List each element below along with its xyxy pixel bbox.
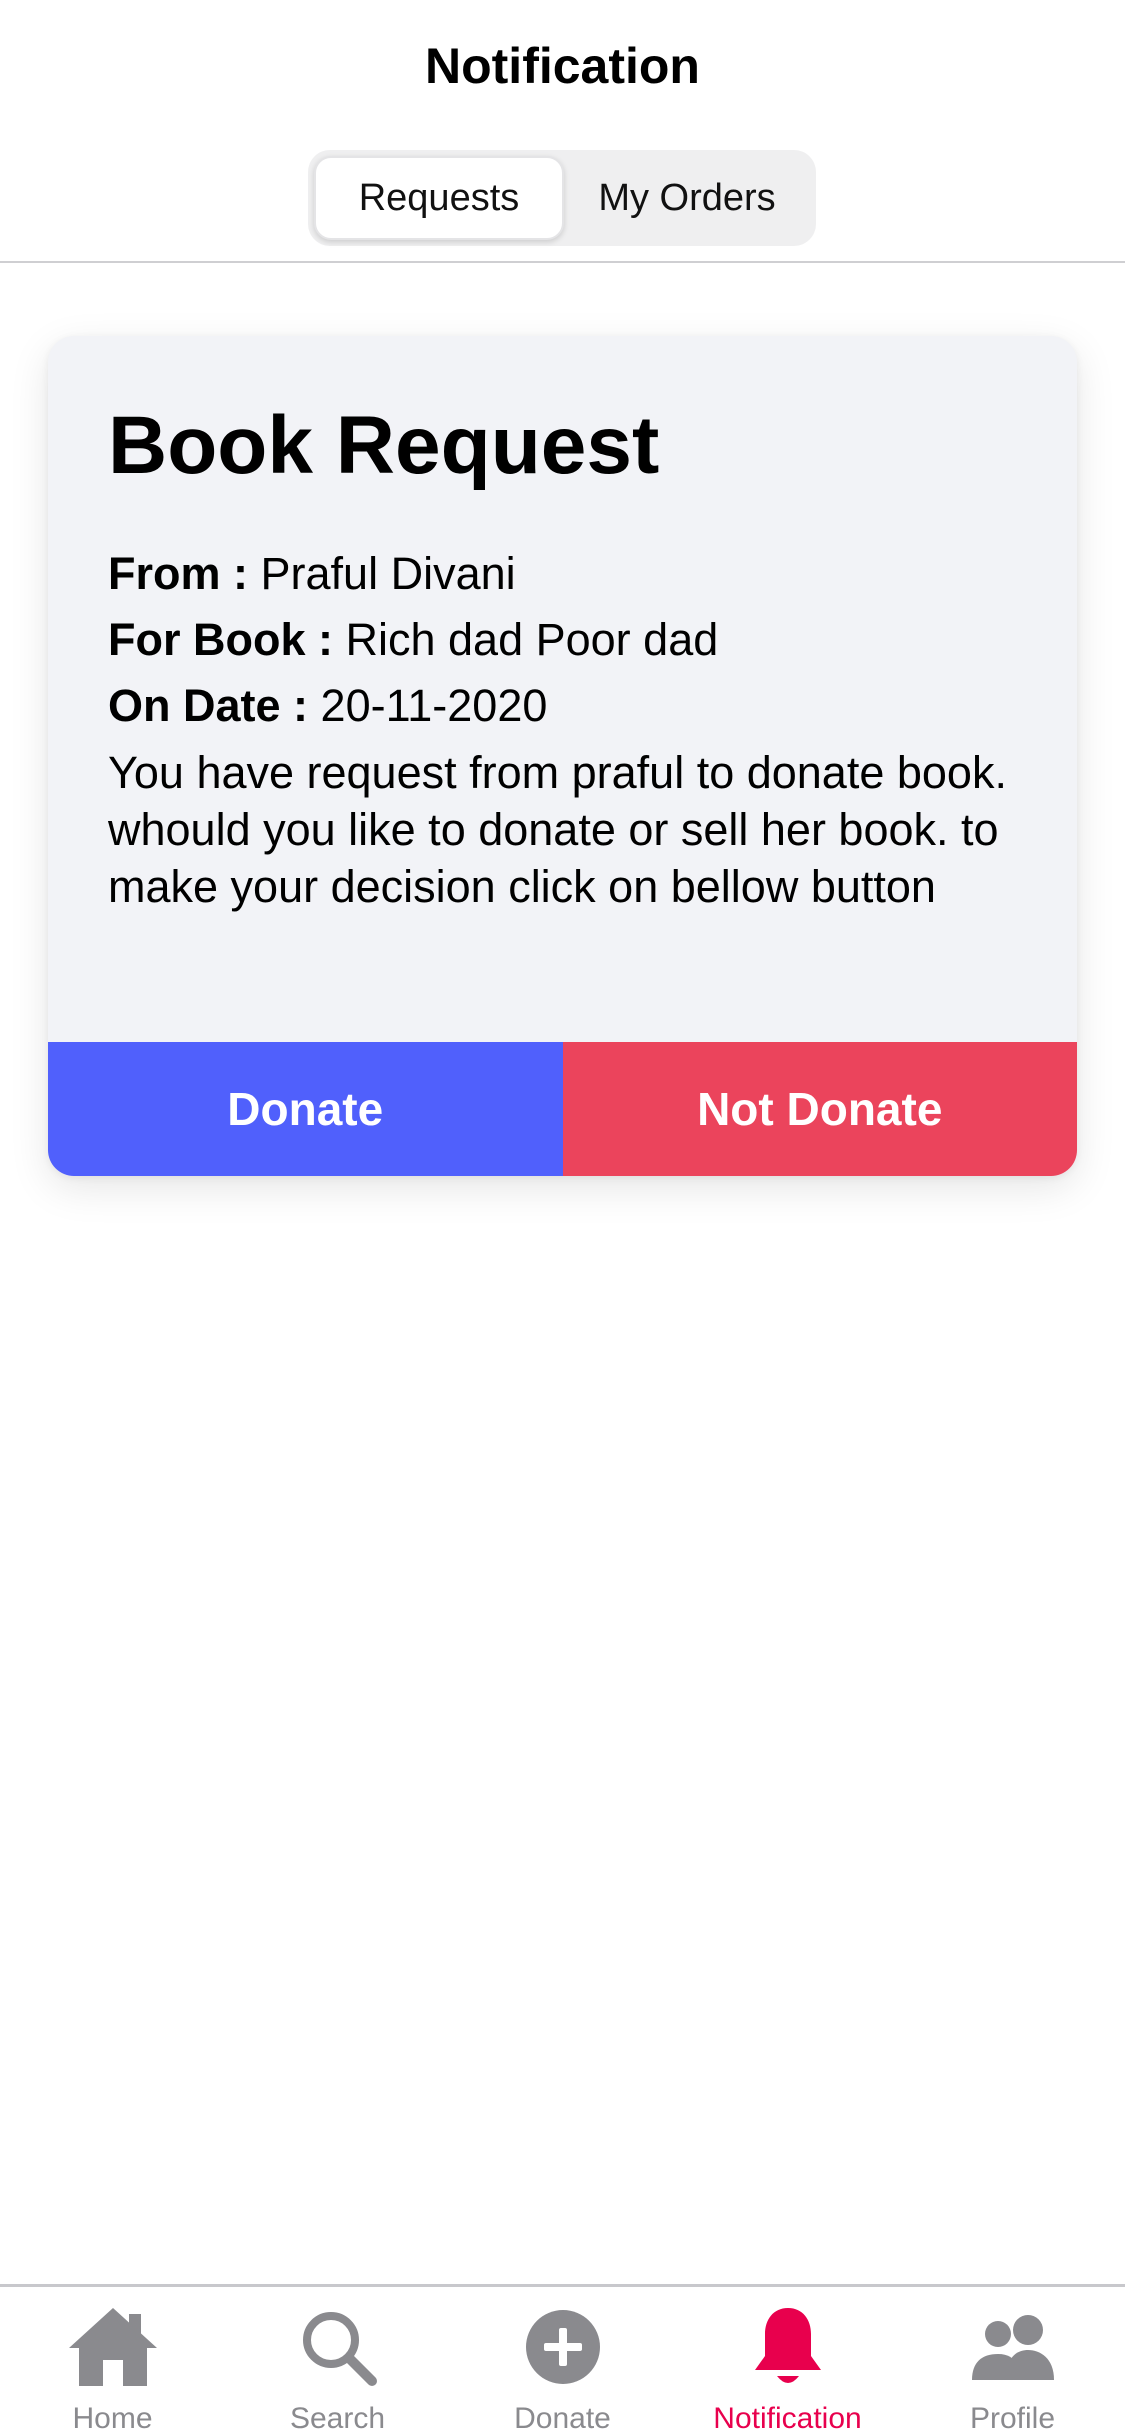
tab-donate-label: Donate bbox=[514, 2402, 611, 2435]
page-title: Notification bbox=[425, 38, 700, 94]
book-value: Rich dad Poor dad bbox=[345, 614, 719, 665]
tab-profile[interactable]: Profile bbox=[900, 2287, 1125, 2436]
home-icon bbox=[65, 2299, 161, 2394]
segmented-control: Requests My Orders bbox=[308, 150, 816, 246]
add-circle-icon bbox=[515, 2299, 611, 2394]
search-icon bbox=[290, 2299, 386, 2394]
tab-profile-label: Profile bbox=[969, 2402, 1056, 2435]
tab-requests[interactable]: Requests bbox=[314, 156, 564, 240]
donate-button[interactable]: Donate bbox=[48, 1042, 563, 1176]
people-icon bbox=[965, 2299, 1061, 2394]
from-row: From : Praful Divani bbox=[108, 544, 516, 604]
tab-home-label: Home bbox=[72, 2402, 153, 2435]
card-title: Book Request bbox=[108, 400, 660, 491]
book-label: For Book : bbox=[108, 614, 333, 665]
date-label: On Date : bbox=[108, 680, 309, 731]
tab-my-orders[interactable]: My Orders bbox=[564, 156, 810, 240]
tab-search[interactable]: Search bbox=[225, 2287, 450, 2436]
bell-icon bbox=[740, 2299, 836, 2394]
tab-donate[interactable]: Donate bbox=[450, 2287, 675, 2436]
tab-notification[interactable]: Notification bbox=[675, 2287, 900, 2436]
notification-screen: Notification Requests My Orders Book Req… bbox=[0, 0, 1125, 2436]
tab-search-label: Search bbox=[289, 2402, 386, 2435]
tab-home[interactable]: Home bbox=[0, 2287, 225, 2436]
from-value: Praful Divani bbox=[260, 548, 516, 599]
tab-notification-label: Notification bbox=[713, 2402, 862, 2435]
book-request-card: Book Request From : Praful Divani For Bo… bbox=[48, 336, 1077, 1176]
from-label: From : bbox=[108, 548, 248, 599]
header-divider bbox=[0, 261, 1125, 263]
not-donate-button[interactable]: Not Donate bbox=[562, 1042, 1077, 1176]
book-row: For Book : Rich dad Poor dad bbox=[108, 610, 718, 670]
bottom-tab-bar: Home Search Donate Notification Profile bbox=[0, 2287, 1125, 2436]
date-value: 20-11-2020 bbox=[320, 680, 548, 731]
card-actions: Donate Not Donate bbox=[48, 1042, 1077, 1176]
request-message: You have request from praful to donate b… bbox=[108, 747, 1007, 912]
date-row: On Date : 20-11-2020 bbox=[108, 676, 547, 736]
